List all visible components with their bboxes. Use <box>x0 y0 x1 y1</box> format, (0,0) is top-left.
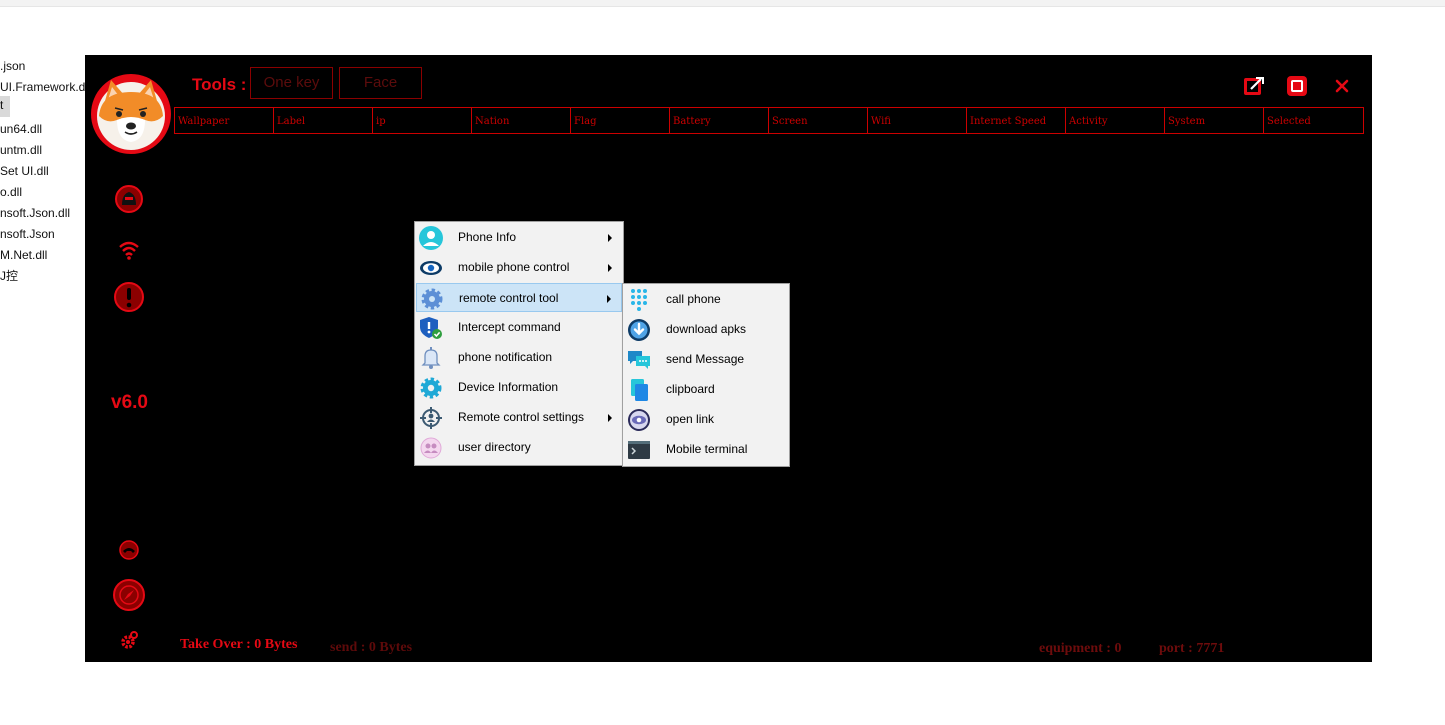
explorer-file-item[interactable]: o.dll <box>0 183 22 204</box>
explorer-file-item[interactable]: M.Net.dll <box>0 246 47 267</box>
explorer-file-item[interactable]: nsoft.Json.dll <box>0 204 70 225</box>
remote-control-tool-submenu: call phone download apks send Message cl… <box>622 283 790 467</box>
explorer-file-item[interactable]: J控 <box>0 267 18 288</box>
menu-item-label: Phone Info <box>458 230 517 244</box>
context-menu: Phone Info mobile phone control remote c… <box>414 221 624 466</box>
submenu-arrow-icon <box>608 264 612 272</box>
menu-item-label: Remote control settings <box>458 410 585 424</box>
bell-icon <box>421 347 441 369</box>
column-header-ip[interactable]: ip <box>373 108 472 133</box>
target-icon <box>420 407 442 429</box>
edit-window-icon[interactable] <box>1243 75 1265 97</box>
submenu-item-label: clipboard <box>666 382 715 396</box>
take-over-status: Take Over : 0 Bytes <box>180 637 298 652</box>
port-status: port : 7771 <box>1159 641 1225 656</box>
version-label: v6.0 <box>111 392 148 413</box>
menu-item-phone-info[interactable]: Phone Info <box>416 223 622 252</box>
submenu-item-label: download apks <box>666 322 747 336</box>
explorer-file-item-selected[interactable]: t <box>0 96 10 117</box>
explorer-file-item[interactable]: nsoft.Json <box>0 225 55 246</box>
maximize-icon[interactable] <box>1286 75 1308 97</box>
submenu-arrow-icon <box>607 295 611 303</box>
explorer-file-item[interactable]: .json <box>0 57 25 78</box>
submenu-item-clipboard[interactable]: clipboard <box>624 375 788 404</box>
menu-item-intercept-command[interactable]: Intercept command <box>416 313 622 342</box>
one-key-button[interactable]: One key <box>250 67 333 99</box>
settings-icon[interactable] <box>119 630 139 650</box>
submenu-item-send-message[interactable]: send Message <box>624 345 788 374</box>
submenu-item-label: call phone <box>666 292 721 306</box>
submenu-item-label: open link <box>666 412 715 426</box>
explorer-file-item[interactable]: untm.dll <box>0 141 42 162</box>
submenu-item-label: send Message <box>666 352 745 366</box>
menu-item-phone-notification[interactable]: phone notification <box>416 343 622 372</box>
column-header-activity[interactable]: Activity <box>1066 108 1165 133</box>
terminal-icon <box>628 441 650 459</box>
menu-item-remote-control-tool[interactable]: remote control tool <box>416 283 622 312</box>
send-status: send : 0 Bytes <box>330 640 413 655</box>
submenu-item-mobile-terminal[interactable]: Mobile terminal <box>624 435 788 464</box>
menu-item-label: Intercept command <box>458 320 561 334</box>
column-header-flag[interactable]: Flag <box>571 108 670 133</box>
chat-icon <box>628 351 650 369</box>
phone-hangup-icon[interactable] <box>119 540 139 560</box>
settings-gear-icon <box>420 377 442 399</box>
menu-item-label: user directory <box>458 440 531 454</box>
menu-item-label: mobile phone control <box>458 260 570 274</box>
explorer-file-item[interactable]: un64.dll <box>0 120 42 141</box>
column-header-wifi[interactable]: Wifi <box>868 108 967 133</box>
tools-label: Tools : <box>192 75 247 94</box>
eye-icon <box>420 261 442 275</box>
person-icon <box>419 226 443 250</box>
column-header-nation[interactable]: Nation <box>472 108 571 133</box>
device-table-header: Wallpaper Label ip Nation Flag Battery S… <box>174 107 1364 134</box>
menu-item-remote-control-settings[interactable]: Remote control settings <box>416 403 622 432</box>
menu-item-device-information[interactable]: Device Information <box>416 373 622 402</box>
menu-item-mobile-phone-control[interactable]: mobile phone control <box>416 253 622 282</box>
submenu-arrow-icon <box>608 234 612 242</box>
eye-link-icon <box>628 409 650 431</box>
shield-icon <box>420 317 442 339</box>
download-icon <box>628 319 650 341</box>
face-button[interactable]: Face <box>339 67 422 99</box>
compass-icon[interactable] <box>112 578 146 612</box>
dialpad-icon <box>631 289 647 311</box>
column-header-screen[interactable]: Screen <box>769 108 868 133</box>
equipment-status: equipment : 0 <box>1039 641 1122 656</box>
menu-item-label: phone notification <box>458 350 553 364</box>
column-header-battery[interactable]: Battery <box>670 108 769 133</box>
column-header-label[interactable]: Label <box>274 108 373 133</box>
menu-item-user-directory[interactable]: user directory <box>416 433 622 462</box>
submenu-item-label: Mobile terminal <box>666 442 748 456</box>
explorer-file-item[interactable]: Set UI.dll <box>0 162 49 183</box>
submenu-item-download-apks[interactable]: download apks <box>624 315 788 344</box>
submenu-item-open-link[interactable]: open link <box>624 405 788 434</box>
hacker-icon[interactable] <box>114 184 144 214</box>
close-icon[interactable] <box>1331 75 1353 97</box>
explorer-file-item[interactable]: UI.Framework.dll <box>0 78 91 99</box>
menu-item-label: Device Information <box>458 380 559 394</box>
column-header-internet-speed[interactable]: Internet Speed <box>967 108 1066 133</box>
submenu-arrow-icon <box>608 414 612 422</box>
gear-icon <box>421 288 443 310</box>
shiba-logo <box>91 74 171 154</box>
menu-item-label: remote control tool <box>459 291 559 305</box>
submenu-item-call-phone[interactable]: call phone <box>624 285 788 314</box>
clipboard-icon <box>631 379 648 401</box>
column-header-wallpaper[interactable]: Wallpaper <box>175 108 274 133</box>
wifi-icon[interactable] <box>117 239 141 261</box>
column-header-selected[interactable]: Selected <box>1264 108 1363 133</box>
alert-icon[interactable] <box>113 281 145 313</box>
column-header-system[interactable]: System <box>1165 108 1264 133</box>
window-top-strip <box>0 0 1445 7</box>
contacts-icon <box>420 437 442 459</box>
